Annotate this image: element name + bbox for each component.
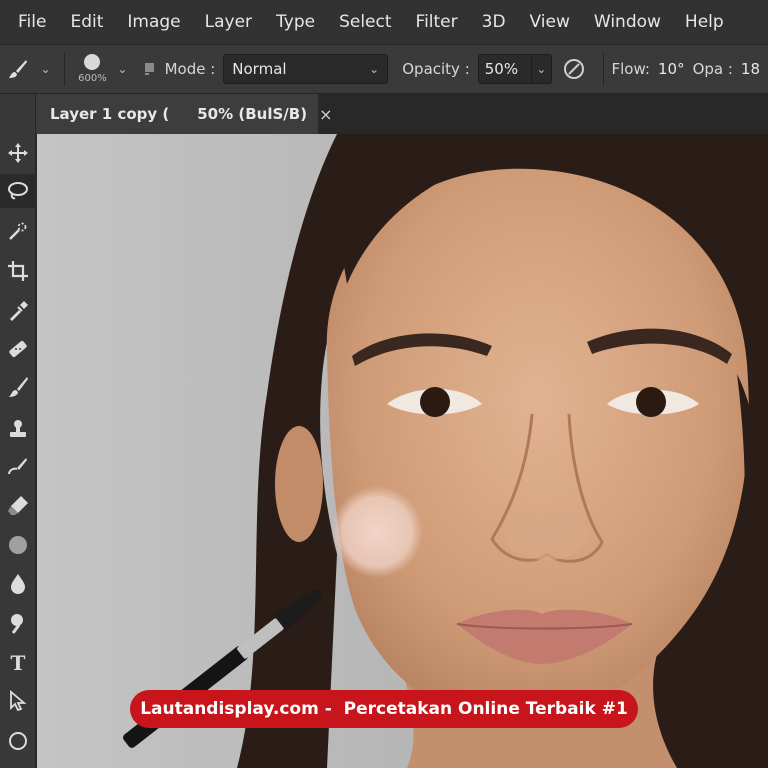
path-select-tool-icon[interactable] [0, 684, 36, 718]
opacity-input[interactable]: 50% [477, 54, 533, 84]
brush-size-value: 600% [78, 73, 107, 84]
chevron-down-icon[interactable]: ⌄ [112, 62, 133, 76]
crop-tool-icon[interactable] [0, 254, 36, 288]
document-tab-name: Layer 1 copy ( [50, 105, 170, 123]
chevron-down-icon: ⌄ [536, 62, 547, 76]
options-bar: ⌄ 600% ⌄ Mode : Normal ⌄ Opacity : 50% ⌄… [0, 44, 768, 94]
mode-label: Mode : [164, 60, 216, 78]
document-tab[interactable]: Layer 1 copy ( 50% (BulS/B) × [36, 94, 332, 134]
document-tab-zoom: 50% (BulS/B) [197, 105, 308, 123]
flow-label: Flow: [611, 60, 650, 78]
menu-image[interactable]: Image [115, 0, 192, 44]
brush-dot-icon [84, 54, 101, 70]
divider [64, 52, 66, 86]
flow-value[interactable]: 10° [658, 60, 685, 78]
menu-type[interactable]: Type [264, 0, 327, 44]
menu-filter[interactable]: Filter [404, 0, 470, 44]
menu-edit[interactable]: Edit [58, 0, 115, 44]
document-tab-bar: Layer 1 copy ( 50% (BulS/B) × [36, 94, 768, 134]
portrait-photo [37, 134, 768, 768]
tools-panel: T [0, 94, 36, 768]
menu-3d[interactable]: 3D [470, 0, 518, 44]
opa-label: Opa : [692, 60, 733, 78]
watermark-text: Lautandisplay.com - Percetakan Online Te… [140, 699, 628, 719]
history-brush-tool-icon[interactable] [0, 450, 36, 484]
opacity-dropdown-button[interactable]: ⌄ [532, 54, 552, 84]
close-icon[interactable]: × [319, 105, 332, 124]
lasso-tool-icon[interactable] [0, 174, 36, 208]
chevron-down-icon: ⌄ [369, 62, 380, 76]
quick-select-tool-icon[interactable] [0, 214, 36, 248]
type-tool-icon[interactable]: T [0, 646, 36, 680]
menu-select[interactable]: Select [327, 0, 403, 44]
mode-select[interactable]: Normal ⌄ [223, 54, 389, 84]
brush-tool-icon[interactable] [0, 370, 36, 404]
menu-layer[interactable]: Layer [193, 0, 264, 44]
brush-settings-icon[interactable] [143, 62, 157, 76]
opacity-label: Opacity : [402, 60, 470, 78]
stamp-tool-icon[interactable] [0, 412, 36, 446]
document-canvas[interactable] [37, 134, 768, 768]
dodge-tool-icon[interactable] [0, 606, 36, 640]
brush-tool-preset-icon[interactable] [2, 52, 35, 86]
eraser-tool-icon[interactable] [0, 488, 36, 522]
healing-tool-icon[interactable] [0, 332, 36, 366]
menu-file[interactable]: File [6, 0, 58, 44]
brush-size-picker[interactable]: 600% [73, 47, 112, 91]
mode-value: Normal [232, 60, 287, 78]
pressure-opacity-icon[interactable] [560, 54, 589, 84]
menu-help[interactable]: Help [673, 0, 736, 44]
opa-value[interactable]: 18 [741, 60, 760, 78]
divider [602, 52, 604, 86]
watermark-banner: Lautandisplay.com - Percetakan Online Te… [130, 690, 638, 728]
menu-window[interactable]: Window [582, 0, 673, 44]
blur-tool-icon[interactable] [0, 566, 36, 600]
gradient-tool-icon[interactable] [0, 528, 36, 562]
eyedropper-tool-icon[interactable] [0, 294, 36, 328]
shape-tool-icon[interactable] [0, 724, 36, 758]
menu-bar: File Edit Image Layer Type Select Filter… [0, 0, 768, 44]
move-tool-icon[interactable] [0, 136, 36, 170]
menu-view[interactable]: View [518, 0, 582, 44]
chevron-down-icon[interactable]: ⌄ [35, 62, 56, 76]
